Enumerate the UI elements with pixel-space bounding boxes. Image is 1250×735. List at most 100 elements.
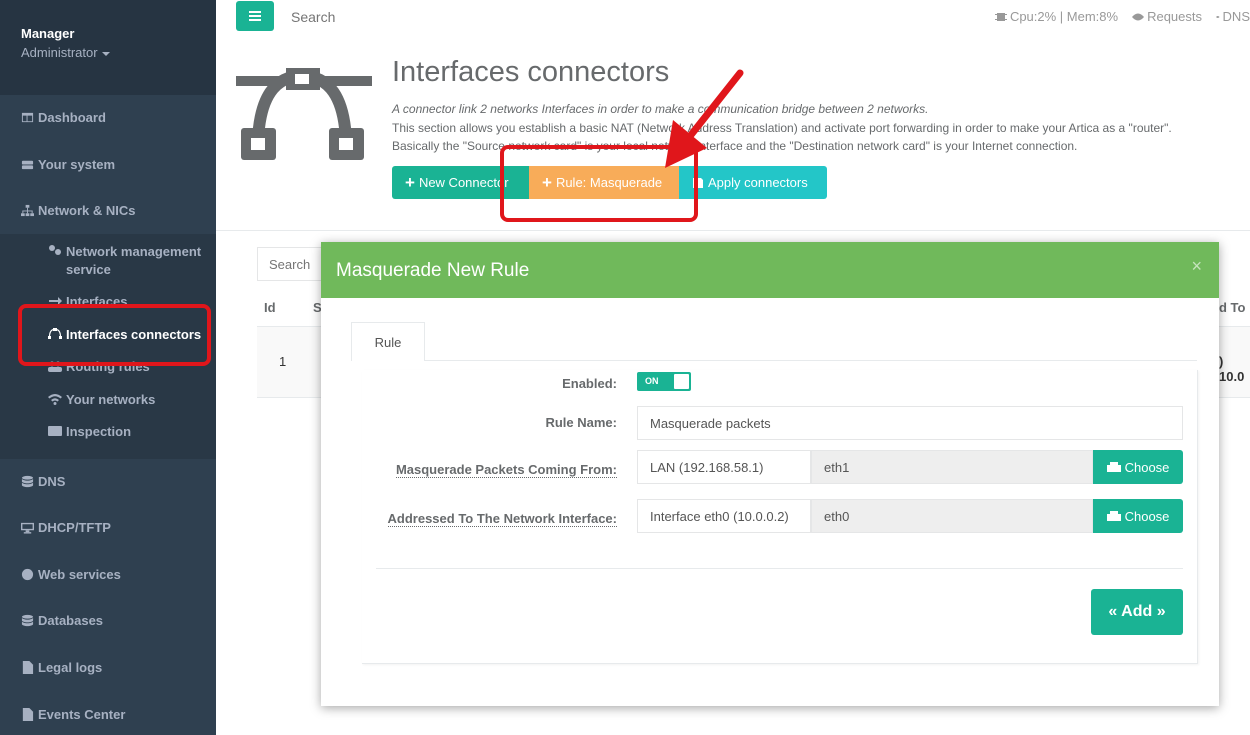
form-divider xyxy=(376,568,1183,569)
plus-icon: + xyxy=(405,173,415,192)
top-status: Cpu:2% | Mem:8% Requests DNS xyxy=(994,9,1250,24)
sidebar-item-label: Network & NICs xyxy=(38,203,136,218)
toggle-knob xyxy=(674,374,689,389)
close-icon[interactable]: × xyxy=(1191,256,1202,277)
sidebar-subitem-label: Interfaces connectors xyxy=(66,327,202,342)
table-search-input[interactable] xyxy=(257,247,327,281)
dns-link[interactable]: DNS xyxy=(1216,9,1250,24)
new-connector-button[interactable]: + New Connector xyxy=(392,166,529,199)
sidebar-item-label: DHCP/TFTP xyxy=(38,520,111,535)
plus-icon: + xyxy=(542,173,552,192)
top-search-input[interactable] xyxy=(291,9,491,25)
requests-text: Requests xyxy=(1147,9,1202,24)
wifi-icon xyxy=(48,394,62,405)
sidebar-item-label: Databases xyxy=(38,613,104,628)
enabled-label: Enabled: xyxy=(562,376,617,391)
desc-line-1: A connector link 2 networks Interfaces i… xyxy=(392,102,929,116)
cogs-icon xyxy=(49,245,61,255)
eye-icon xyxy=(1132,13,1145,20)
dashboard-icon xyxy=(21,112,34,123)
tab-rule[interactable]: Rule xyxy=(351,322,425,361)
modal-header: Masquerade New Rule × xyxy=(321,242,1219,298)
table-cell-addressed-to: ) 10.0 xyxy=(1219,354,1245,384)
sidebar-subitem-network-management[interactable]: Network management service xyxy=(48,243,208,279)
save-icon xyxy=(693,177,703,188)
apply-connectors-button[interactable]: Apply connectors xyxy=(679,166,827,199)
requests-link[interactable]: Requests xyxy=(1132,9,1202,24)
sidebar-item-dns[interactable]: DNS xyxy=(21,474,65,489)
rule-masquerade-button[interactable]: + Rule: Masquerade xyxy=(529,166,679,199)
cpu-mem-text: Cpu:2% | Mem:8% xyxy=(1009,9,1119,24)
column-header-id: Id xyxy=(264,300,276,315)
sidebar-subitem-inspection[interactable]: Inspection xyxy=(48,424,131,439)
profile-role-dropdown[interactable]: Administrator xyxy=(21,45,216,60)
sitemap-icon xyxy=(21,204,34,217)
ethernet-icon xyxy=(1106,511,1121,521)
sidebar-item-network[interactable]: Network & NICs xyxy=(21,203,136,218)
arrow-right-icon xyxy=(49,297,62,305)
sidebar-item-web-services[interactable]: Web services xyxy=(21,567,121,582)
eye-icon xyxy=(1216,15,1220,18)
bezier-icon xyxy=(48,328,62,339)
enabled-toggle[interactable]: ON xyxy=(637,372,691,391)
header-divider xyxy=(216,230,1250,231)
sidebar-item-dashboard[interactable]: Dashboard xyxy=(21,110,106,125)
sidebar-subitem-label: Routing rules xyxy=(66,359,150,374)
tab-divider xyxy=(351,360,1197,361)
from-choose-button[interactable]: Choose xyxy=(1093,450,1183,484)
profile-name: Manager xyxy=(21,26,75,41)
masquerade-modal: Masquerade New Rule × Rule Enabled: ON R… xyxy=(321,242,1219,706)
menu-toggle-button[interactable] xyxy=(236,1,274,31)
rule-name-label: Rule Name: xyxy=(545,415,617,430)
choose-label: Choose xyxy=(1124,508,1170,524)
sidebar-subitem-label: Inspection xyxy=(66,424,132,439)
rule-masquerade-label: Rule: Masquerade xyxy=(555,175,663,190)
sidebar-subitem-interfaces[interactable]: Interfaces xyxy=(48,294,127,309)
sidebar-subitem-your-networks[interactable]: Your networks xyxy=(48,392,155,407)
file-icon xyxy=(22,661,34,674)
new-connector-label: New Connector xyxy=(418,175,509,190)
cpu-mem-status: Cpu:2% | Mem:8% xyxy=(994,9,1119,24)
sidebar-item-dhcp[interactable]: DHCP/TFTP xyxy=(21,520,111,535)
sidebar-item-label: Events Center xyxy=(38,707,126,722)
hamburger-icon xyxy=(249,15,261,17)
file-icon xyxy=(22,708,34,721)
caret-down-icon xyxy=(101,51,110,56)
rule-name-input[interactable]: Masquerade packets xyxy=(637,406,1183,440)
sidebar-item-events-center[interactable]: Events Center xyxy=(21,707,125,722)
choose-label: Choose xyxy=(1124,459,1170,475)
desc-line-2: This section allows you establish a basi… xyxy=(392,120,1172,135)
globe-icon xyxy=(21,568,34,581)
page-description: A connector link 2 networks Interfaces i… xyxy=(392,100,1250,156)
sidebar-item-legal-logs[interactable]: Legal logs xyxy=(21,660,102,675)
sidebar-item-databases[interactable]: Databases xyxy=(21,613,103,628)
table-cell-id: 1 xyxy=(279,354,287,369)
sidebar-item-label: Web services xyxy=(38,567,121,582)
column-header-addressed-to: d To xyxy=(1219,300,1246,315)
database-icon xyxy=(21,475,34,488)
toggle-on-text: ON xyxy=(645,376,659,386)
to-label: Addressed To The Network Interface: xyxy=(387,511,617,527)
topbar: Cpu:2% | Mem:8% Requests DNS xyxy=(216,0,1250,34)
sidebar-item-label: Dashboard xyxy=(38,110,106,125)
sidebar-item-label: Your system xyxy=(38,157,116,172)
to-value-field[interactable]: Interface eth0 (10.0.0.2) xyxy=(637,499,811,533)
add-button[interactable]: « Add » xyxy=(1091,589,1183,635)
sidebar-subitem-routing-rules[interactable]: Routing rules xyxy=(48,359,150,374)
page-title: Interfaces connectors xyxy=(392,56,670,88)
sidebar-item-your-system[interactable]: Your system xyxy=(21,157,115,172)
sidebar-subitem-label: Your networks xyxy=(66,392,156,407)
to-choose-button[interactable]: Choose xyxy=(1093,499,1183,533)
sidebar-item-label: Legal logs xyxy=(38,660,103,675)
from-value-field[interactable]: LAN (192.168.58.1) xyxy=(637,450,811,484)
to-interface-field: eth0 xyxy=(811,499,1093,533)
sidebar-subitem-label: Network management service xyxy=(66,244,202,277)
from-label: Masquerade Packets Coming From: xyxy=(395,462,617,478)
sidebar-subitem-interfaces-connectors[interactable]: Interfaces connectors xyxy=(48,327,201,342)
users-icon xyxy=(48,361,62,372)
modal-title: Masquerade New Rule xyxy=(336,260,530,281)
ethernet-icon xyxy=(1106,462,1121,472)
desktop-icon xyxy=(21,522,34,534)
sidebar-item-label: DNS xyxy=(38,474,66,489)
from-interface-field: eth1 xyxy=(811,450,1093,484)
